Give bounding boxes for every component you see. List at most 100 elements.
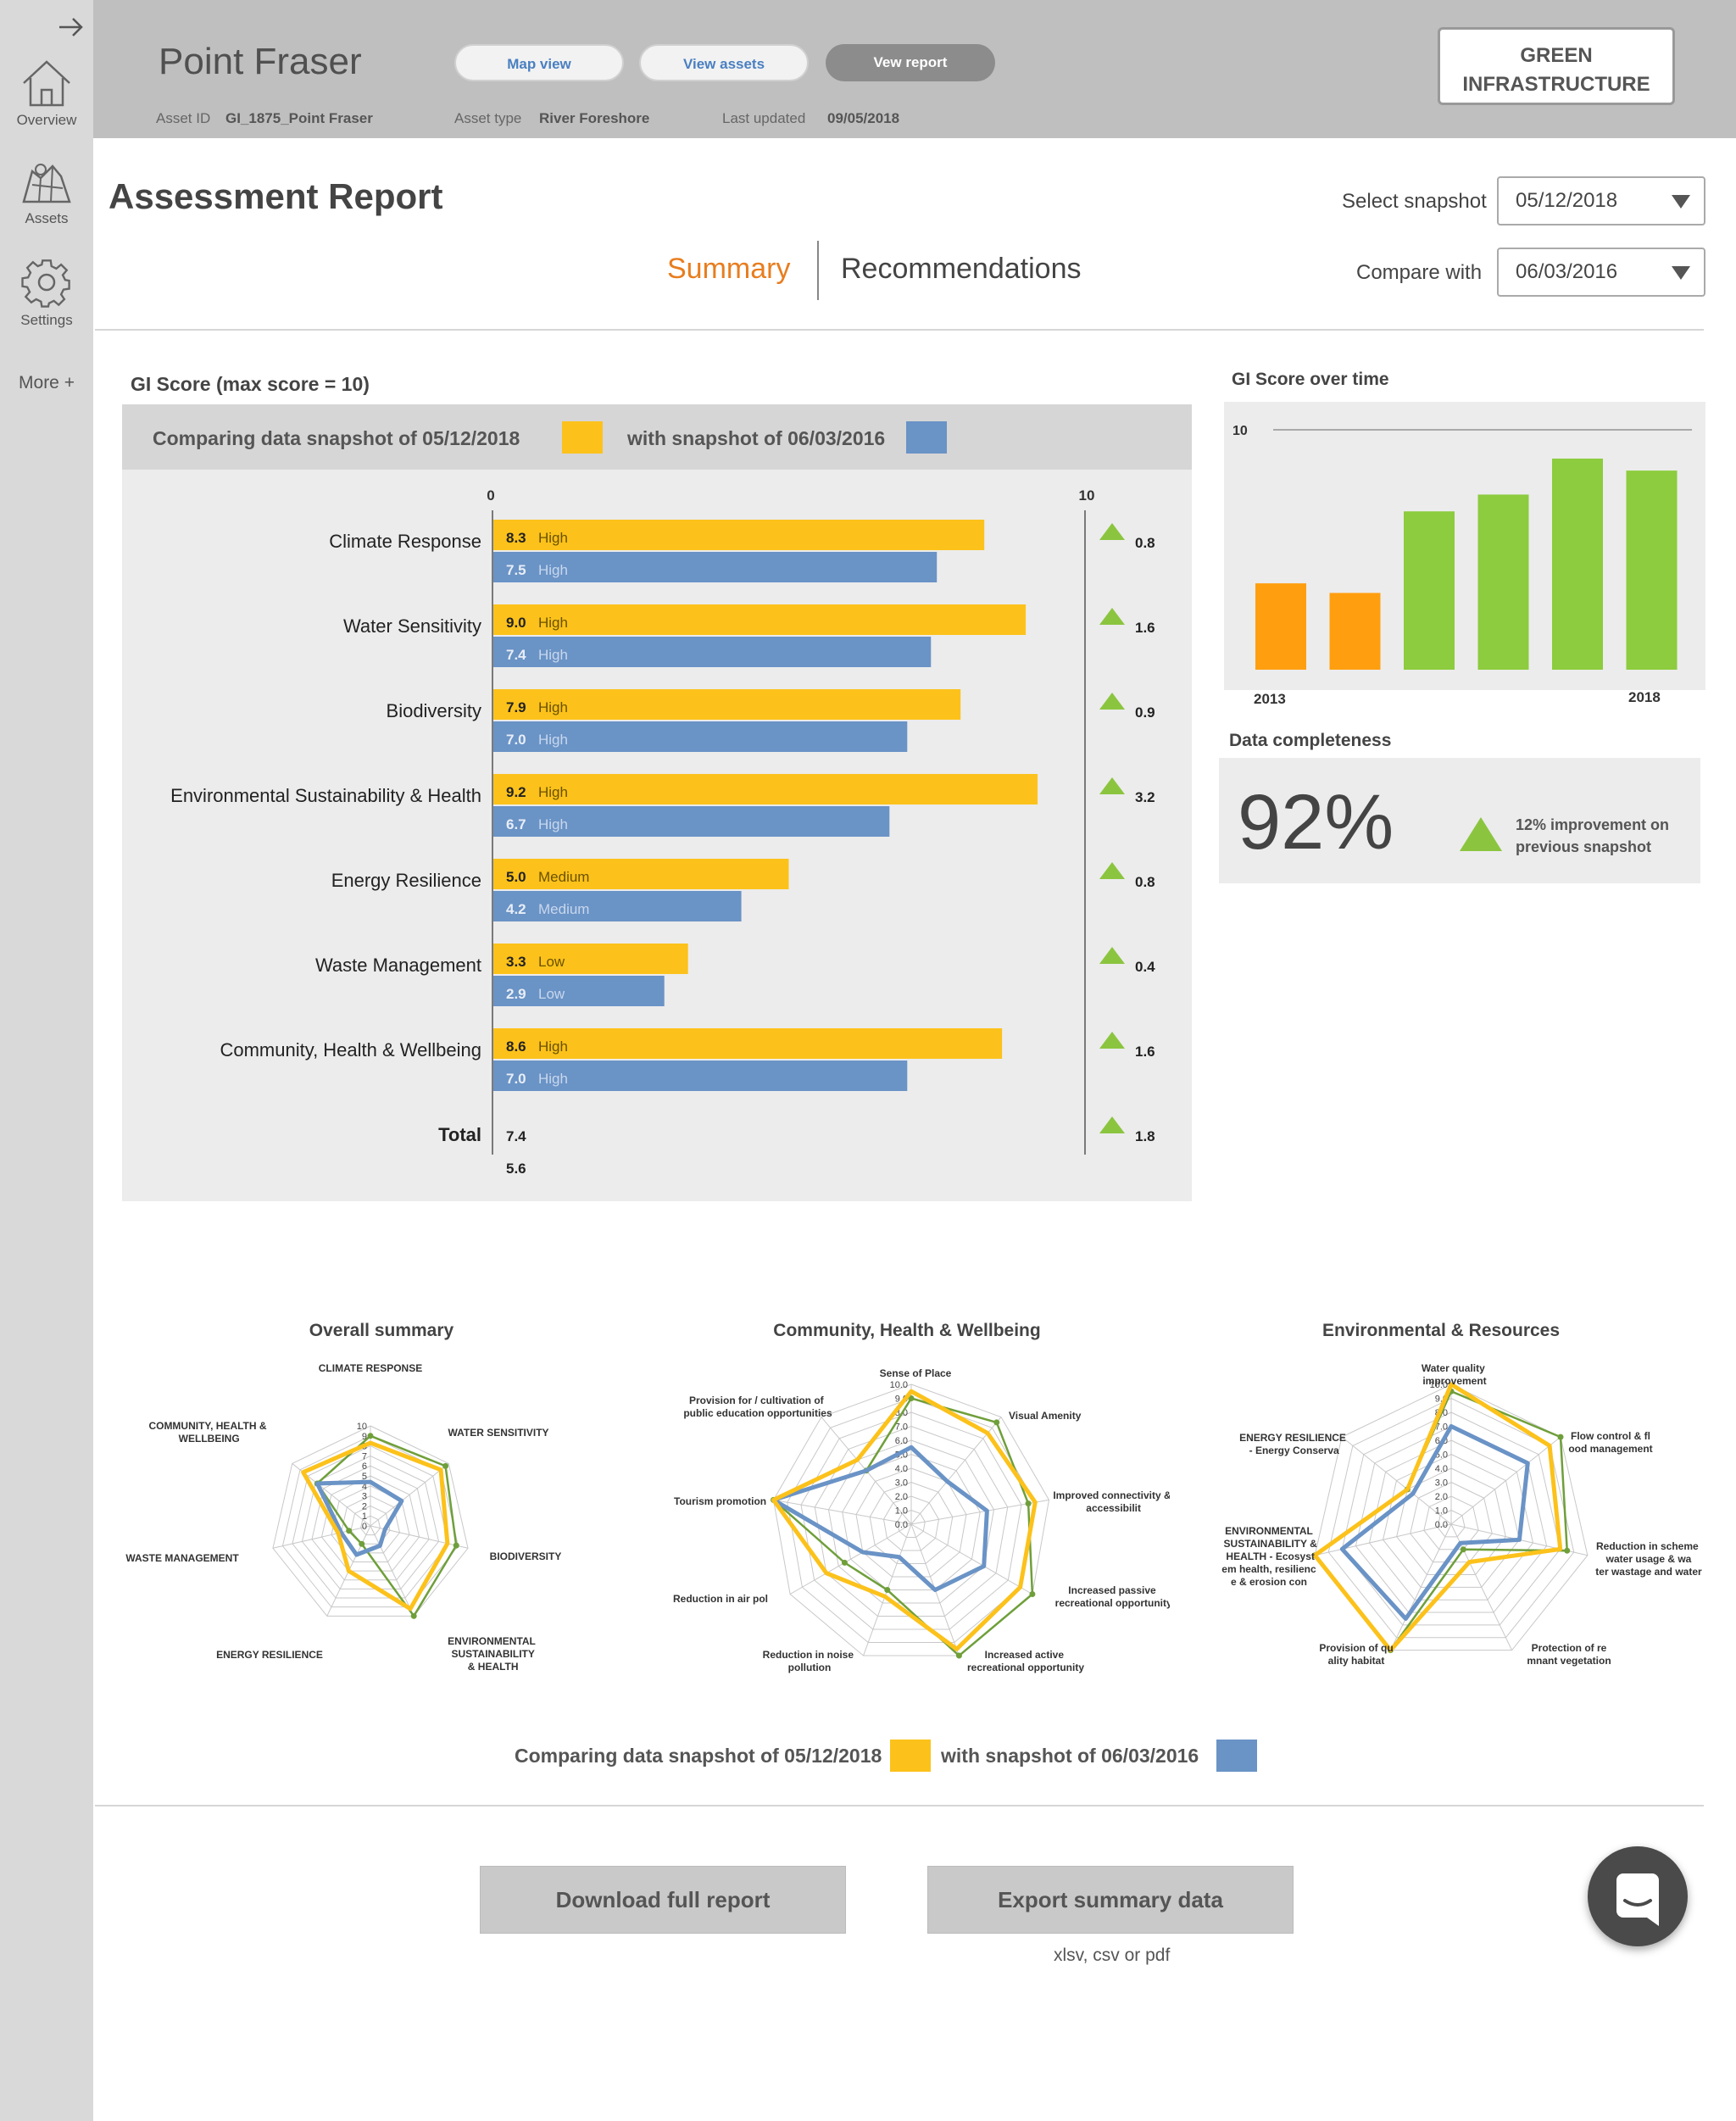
radar-axis-label-line: public education opportunities <box>683 1407 832 1419</box>
bar-current-value: 3.3 <box>506 954 526 970</box>
x-first-label: 2013 <box>1254 691 1286 707</box>
bar-previous-value: 4.2 <box>506 901 526 917</box>
radar-overall-chart: 012345678910CLIMATE RESPONSEWATER SENSIT… <box>125 1362 562 1673</box>
compare-with-dropdown[interactable]: 06/03/2016 <box>1497 248 1705 297</box>
gi-score-title: GI Score (max score = 10) <box>131 373 370 395</box>
category-label: Community, Health & Wellbeing <box>220 1039 481 1060</box>
download-report-button[interactable]: Download full report <box>480 1866 846 1934</box>
map-view-button[interactable]: Map view <box>454 44 624 81</box>
radar-series-point <box>1564 1547 1571 1554</box>
score-over-time-bars: 10 <box>1232 424 1692 670</box>
bar-current-value: 9.2 <box>506 784 526 800</box>
radar-axis-label-line: e & erosion con <box>1231 1576 1307 1588</box>
radar-series-point <box>367 1433 374 1439</box>
bar-current-rating: Low <box>538 954 565 970</box>
completeness-note-line1: 12% improvement on <box>1516 816 1670 833</box>
bar-current-rating: High <box>538 1038 568 1055</box>
radar-axis-label-line: recreational opportunity <box>967 1662 1084 1673</box>
select-snapshot-value: 05/12/2018 <box>1516 189 1618 212</box>
time-bar <box>1329 593 1381 670</box>
radar-axis-label: ENVIRONMENTAL SUSTAINABILITY & HEALTH <box>448 1635 536 1673</box>
radar-series-point <box>955 1652 962 1659</box>
arrow-right-icon[interactable] <box>56 12 86 42</box>
triangle-up-icon <box>1099 1032 1125 1049</box>
radar-axis-label-line: water usage & wa <box>1605 1553 1692 1565</box>
radar-axis-label-line: BIODIVERSITY <box>490 1550 562 1562</box>
radar-axis-label-line: Tourism promotion <box>674 1495 766 1507</box>
category-label: Biodiversity <box>387 700 481 721</box>
change-value: 0.9 <box>1135 704 1155 721</box>
total-label: Total <box>438 1124 481 1145</box>
gear-icon <box>21 259 70 308</box>
sidebar-item-assets[interactable]: Assets <box>0 159 93 227</box>
radar-series-point <box>359 1540 365 1547</box>
asset-type-label: Asset type <box>454 110 522 126</box>
radar-axis-label-line: mnant vegetation <box>1527 1655 1611 1667</box>
radar-tick-label: 0.0 <box>895 1520 908 1530</box>
radar-tick-label: 7 <box>362 1451 367 1461</box>
radar-axis-label: Provision for / cultivation of public ed… <box>683 1395 832 1419</box>
divider <box>95 1805 1704 1806</box>
radar-legend-current: Comparing data snapshot of 05/12/2018 <box>515 1745 882 1767</box>
page-title: Assessment Report <box>108 176 443 216</box>
radar-tick-label: 1.0 <box>895 1506 908 1517</box>
sidebar-item-overview[interactable]: Overview <box>0 58 93 129</box>
time-bar <box>1404 511 1455 670</box>
asset-id-value: GI_1875_Point Fraser <box>225 110 373 126</box>
radar-axis-label: Reduction in scheme water usage & wa ter … <box>1595 1540 1702 1578</box>
select-snapshot-dropdown[interactable]: 05/12/2018 <box>1497 176 1705 225</box>
radar-series-point <box>346 1528 353 1534</box>
radar-axis-label: Sense of Place <box>880 1367 952 1379</box>
gi-score-bars: 0 10 Climate Response 8.3 High 7.5 High 0.8 Wate… <box>170 487 1155 1177</box>
select-snapshot-label: Select snapshot <box>1342 190 1487 213</box>
radar-axis-label-line: COMMUNITY, HEALTH & <box>148 1420 266 1432</box>
radar-tick-label: 2.0 <box>1435 1492 1448 1502</box>
radar-axis-label-line: Protection of re <box>1532 1642 1607 1654</box>
radar-overall-title: Overall summary <box>309 1321 454 1340</box>
time-bar <box>1626 470 1678 670</box>
view-report-button[interactable]: Vew report <box>826 44 995 81</box>
divider <box>95 329 1704 331</box>
radar-series-point <box>841 1559 848 1566</box>
completeness-value: 92% <box>1238 779 1394 866</box>
bar-current-rating: High <box>538 530 568 546</box>
change-value: 0.8 <box>1135 874 1155 890</box>
category-label: Water Sensitivity <box>343 615 481 637</box>
radar-axis-label: ENVIRONMENTAL SUSTAINABILITY & HEALTH - … <box>1221 1525 1317 1588</box>
radar-tick-label: 1.0 <box>1435 1506 1448 1517</box>
chat-button[interactable] <box>1588 1846 1688 1946</box>
radar-series-point <box>1029 1591 1036 1597</box>
radar-axis-label: Reduction in noise pollution <box>763 1649 857 1673</box>
bar-current-value: 9.0 <box>506 615 526 631</box>
radar-axis-label-line: & HEALTH <box>465 1661 518 1673</box>
radar-axis-label-line: SUSTAINABILITY & <box>1221 1538 1317 1550</box>
radar-legend-previous: with snapshot of 06/03/2016 <box>941 1745 1199 1767</box>
radar-tick-label: 2 <box>362 1501 367 1511</box>
export-data-button[interactable]: Export summary data <box>927 1866 1294 1934</box>
radar-environmental-chart: 0.01.02.03.04.05.06.07.08.09.010.0Water … <box>1221 1362 1702 1667</box>
axis-min-label: 0 <box>487 487 494 504</box>
tab-recommendations[interactable]: Recommendations <box>841 253 1081 286</box>
radar-axis-label-line: ENVIRONMENTAL <box>448 1635 536 1647</box>
sidebar-item-settings[interactable]: Settings <box>0 256 93 329</box>
radar-axis-label-line: ENERGY RESILIENCE <box>216 1649 323 1661</box>
bar-current-rating: High <box>538 784 568 800</box>
radar-legend-previous-swatch <box>1216 1740 1257 1772</box>
bar-previous-value: 7.0 <box>506 732 526 748</box>
time-bar <box>1255 583 1306 670</box>
triangle-up-icon <box>1099 523 1125 540</box>
last-updated-label: Last updated <box>722 110 806 126</box>
asset-id-label: Asset ID <box>156 110 211 126</box>
sidebar-more[interactable]: More + <box>0 373 93 393</box>
change-value: 1.6 <box>1135 620 1155 636</box>
bar-current <box>493 604 1027 635</box>
chevron-down-icon <box>1672 266 1690 280</box>
tab-summary[interactable]: Summary <box>667 253 790 286</box>
view-assets-button[interactable]: View assets <box>639 44 809 81</box>
radar-axis-label-line: ENVIRONMENTAL <box>1225 1525 1313 1537</box>
radar-axis-label-line: - Energy Conserva <box>1246 1445 1339 1456</box>
brand-line-1: GREEN <box>1520 44 1593 67</box>
score-over-time-chart: 10 <box>1224 402 1705 690</box>
radar-tick-label: 7.0 <box>895 1422 908 1433</box>
radar-community-title: Community, Health & Wellbeing <box>773 1321 1041 1340</box>
